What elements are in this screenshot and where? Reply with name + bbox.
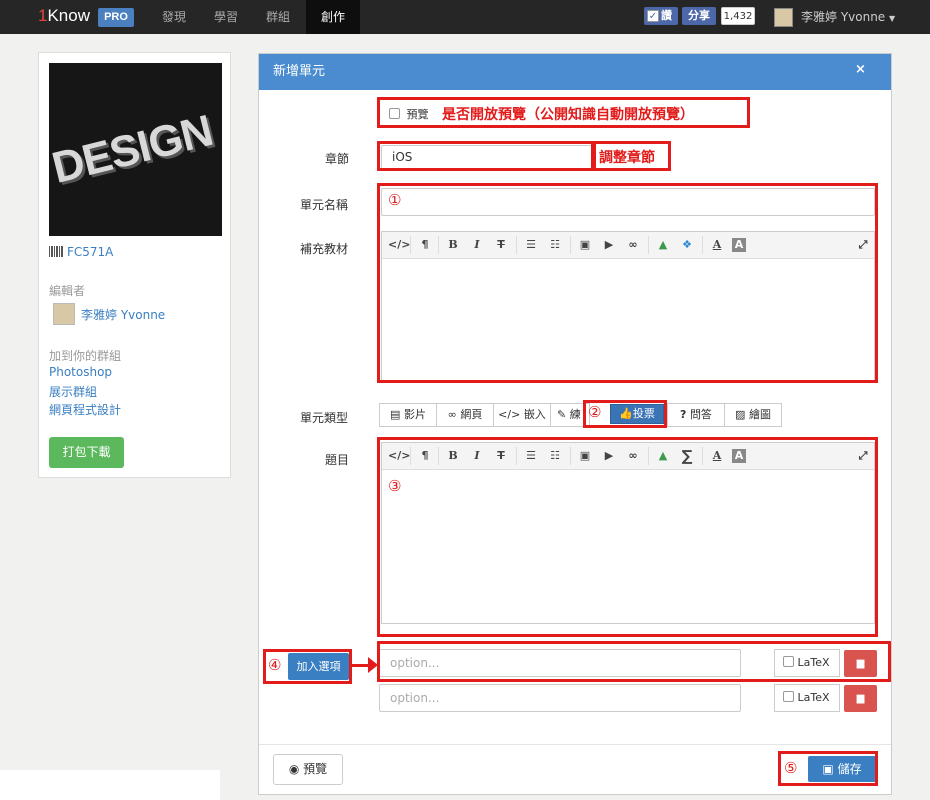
annotation-number-2: ② — [588, 403, 602, 421]
modal-title: 新增單元 — [273, 64, 326, 79]
unit-type-label: 單元類型 — [300, 411, 349, 425]
eye-icon: ◉ — [288, 762, 300, 776]
modal-footer-divider — [259, 744, 891, 745]
course-code: FC571A — [49, 245, 113, 259]
trash-icon: ▆ — [856, 693, 865, 704]
caret-down-icon: ▼ — [889, 14, 896, 23]
edit-icon: ✎ — [557, 408, 567, 421]
logo[interactable]: 1Know — [38, 6, 90, 26]
code-icon: </> — [498, 408, 521, 421]
modal-header: 新增單元 × — [259, 54, 891, 90]
group-link-photoshop[interactable]: Photoshop — [49, 365, 112, 379]
preview-button[interactable]: ◉ 預覽 — [273, 754, 343, 785]
annotation-number-3: ③ — [388, 477, 402, 495]
nav-item-discover[interactable]: 發現 — [150, 0, 198, 34]
annotation-number-4: ④ — [268, 656, 282, 674]
annotation-box-chapter — [377, 141, 594, 171]
facebook-share-button[interactable]: 分享 — [682, 7, 716, 25]
user-menu[interactable]: 李雅婷 Yvonne ▼ — [801, 0, 895, 34]
unit-type-qa[interactable]: ? 問答 — [667, 403, 725, 427]
download-package-button[interactable]: 打包下載 — [49, 437, 124, 468]
unit-type-embed[interactable]: </> 嵌入 — [493, 403, 551, 427]
editor-label: 編輯者 — [49, 284, 86, 298]
nav-item-create[interactable]: 創作 — [306, 0, 360, 34]
delete-option-2-button[interactable]: ▆ — [844, 685, 877, 712]
close-icon[interactable]: × — [855, 62, 866, 77]
annotation-box-1 — [377, 183, 878, 383]
unit-name-label: 單元名稱 — [300, 198, 349, 212]
option-input-2[interactable]: option... — [379, 684, 741, 712]
course-cover-image: DESIGN — [49, 63, 222, 236]
thumb-check-icon: ✓ — [647, 10, 659, 22]
cover-text: DESIGN — [49, 106, 218, 193]
editor-name-link[interactable]: 李雅婷 Yvonne — [81, 306, 165, 323]
group-link-showcase[interactable]: 展示群組 — [49, 383, 97, 400]
facebook-like-button[interactable]: ✓ 讚 — [644, 7, 678, 25]
latex-toggle-2[interactable]: LaTeX — [774, 684, 840, 712]
groups-label: 加到你的群組 — [49, 349, 122, 363]
background-patch — [0, 770, 220, 800]
supplement-label: 補充教材 — [300, 242, 349, 256]
group-link-web-programming[interactable]: 網頁程式設計 — [49, 401, 121, 418]
facebook-share-count: 1,432 — [721, 7, 755, 25]
nav-item-groups[interactable]: 群組 — [254, 0, 302, 34]
film-icon: ▤ — [390, 408, 401, 421]
latex-checkbox-2[interactable] — [783, 691, 794, 702]
pro-badge: PRO — [98, 8, 134, 27]
annotation-preview-note: 是否開放預覽（公開知識自動開放預覽） — [442, 107, 694, 123]
top-navbar: 1Know PRO 發現 學習 群組 創作 ✓ 讚 分享 1,432 李雅婷 Yv… — [0, 0, 930, 34]
unit-type-drawing[interactable]: ▨ 繪圖 — [724, 403, 782, 427]
barcode-icon — [49, 246, 63, 257]
nav-item-learn[interactable]: 學習 — [202, 0, 250, 34]
annotation-number-1: ① — [388, 191, 402, 209]
question-label: 題目 — [325, 453, 350, 467]
annotation-box-3 — [377, 437, 878, 637]
annotation-chapter-note: 調整章節 — [599, 150, 655, 166]
user-avatar[interactable] — [774, 8, 793, 27]
chapter-label: 章節 — [325, 152, 350, 166]
unit-type-video[interactable]: ▤ 影片 — [379, 403, 437, 427]
annotation-number-5: ⑤ — [784, 759, 798, 777]
link-icon: ∞ — [447, 408, 457, 421]
unit-type-webpage[interactable]: ∞ 網頁 — [436, 403, 494, 427]
picture-icon: ▨ — [735, 408, 746, 421]
question-icon: ? — [680, 408, 687, 421]
sidebar-card: DESIGN FC571A 編輯者 李雅婷 Yvonne 加到你的群組 Phot… — [38, 52, 231, 478]
editor-avatar — [53, 303, 75, 325]
annotation-box-option — [377, 641, 891, 682]
